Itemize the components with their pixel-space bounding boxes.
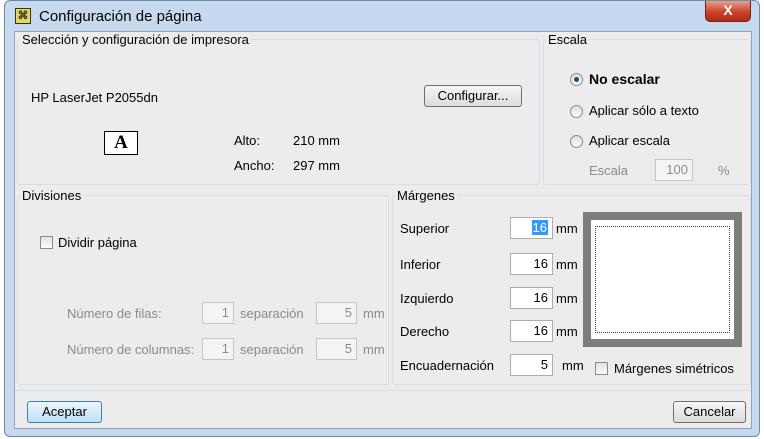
symmetric-margins-label[interactable]: Márgenes simétricos	[614, 361, 734, 376]
divisions-group-legend: Divisiones	[22, 188, 82, 203]
rows-label: Número de filas:	[67, 306, 162, 321]
bottom-margin-unit: mm	[556, 257, 578, 272]
symmetric-margins-checkbox[interactable]	[595, 362, 608, 375]
scale-unit: %	[718, 163, 730, 178]
scale-text-only-label[interactable]: Aplicar sólo a texto	[589, 103, 699, 118]
cols-input[interactable]: 1	[202, 338, 234, 360]
split-page-label[interactable]: Dividir página	[58, 235, 137, 250]
printer-name: HP LaserJet P2055dn	[31, 90, 158, 105]
top-margin-value: 16	[531, 220, 548, 235]
right-margin-label: Derecho	[400, 324, 450, 339]
cols-separation-input[interactable]: 5	[316, 338, 357, 360]
rows-separation-label: separación	[240, 306, 304, 321]
binding-margin-unit: mm	[562, 358, 584, 373]
margin-preview	[583, 212, 742, 347]
orientation-glyph: A	[114, 132, 128, 153]
rows-separation-unit: mm	[363, 306, 385, 321]
right-margin-unit: mm	[556, 324, 578, 339]
left-margin-label: Izquierdo	[400, 291, 454, 306]
top-margin-input[interactable]: 16	[510, 217, 553, 239]
no-scale-radio[interactable]	[570, 73, 583, 86]
page-setup-dialog: ⌘ Configuración de página X Selección y …	[4, 0, 760, 437]
cancel-button[interactable]: Cancelar	[673, 401, 746, 423]
apply-scale-label[interactable]: Aplicar escala	[589, 133, 670, 148]
left-margin-unit: mm	[556, 291, 578, 306]
page-orientation-icon: A	[104, 131, 138, 155]
dialog-body: Selección y configuración de impresora H…	[14, 31, 752, 429]
scale-input[interactable]: 100	[655, 159, 693, 181]
printer-group: Selección y configuración de impresora	[17, 32, 540, 185]
rows-separation-input[interactable]: 5	[316, 302, 357, 324]
printer-group-legend: Selección y configuración de impresora	[22, 32, 249, 47]
window-title: Configuración de página	[39, 8, 202, 25]
scale-text-only-radio[interactable]	[570, 105, 583, 118]
top-margin-unit: mm	[556, 221, 578, 236]
scale-label: Escala	[589, 163, 629, 178]
footer-divider	[15, 390, 751, 391]
cols-separation-label: separación	[240, 342, 304, 357]
margin-preview-area	[595, 226, 730, 333]
bottom-margin-label: Inferior	[400, 257, 441, 272]
cols-separation-unit: mm	[363, 342, 385, 357]
top-margin-label: Superior	[400, 221, 450, 236]
close-button[interactable]: X	[705, 1, 751, 22]
scale-group-legend: Escala	[548, 32, 588, 47]
rows-input[interactable]: 1	[202, 302, 234, 324]
height-label: Alto:	[234, 133, 261, 148]
title-bar: ⌘ Configuración de página X	[5, 1, 759, 31]
binding-margin-label: Encuadernación	[400, 358, 494, 373]
binding-margin-input[interactable]: 5	[510, 354, 553, 376]
cols-label: Número de columnas:	[67, 342, 195, 357]
left-margin-input[interactable]: 16	[510, 287, 553, 309]
configure-button[interactable]: Configurar...	[424, 85, 522, 107]
bottom-margin-input[interactable]: 16	[510, 253, 553, 275]
width-value: 297 mm	[293, 158, 340, 173]
margin-preview-page	[591, 220, 734, 339]
app-icon: ⌘	[15, 8, 31, 24]
margins-group-legend: Márgenes	[397, 188, 455, 203]
accept-button[interactable]: Aceptar	[27, 401, 102, 423]
split-page-checkbox[interactable]	[40, 236, 53, 249]
no-scale-label[interactable]: No escalar	[589, 71, 660, 87]
width-label: Ancho:	[234, 158, 275, 173]
apply-scale-radio[interactable]	[570, 135, 583, 148]
right-margin-input[interactable]: 16	[510, 320, 553, 342]
height-value: 210 mm	[293, 133, 340, 148]
